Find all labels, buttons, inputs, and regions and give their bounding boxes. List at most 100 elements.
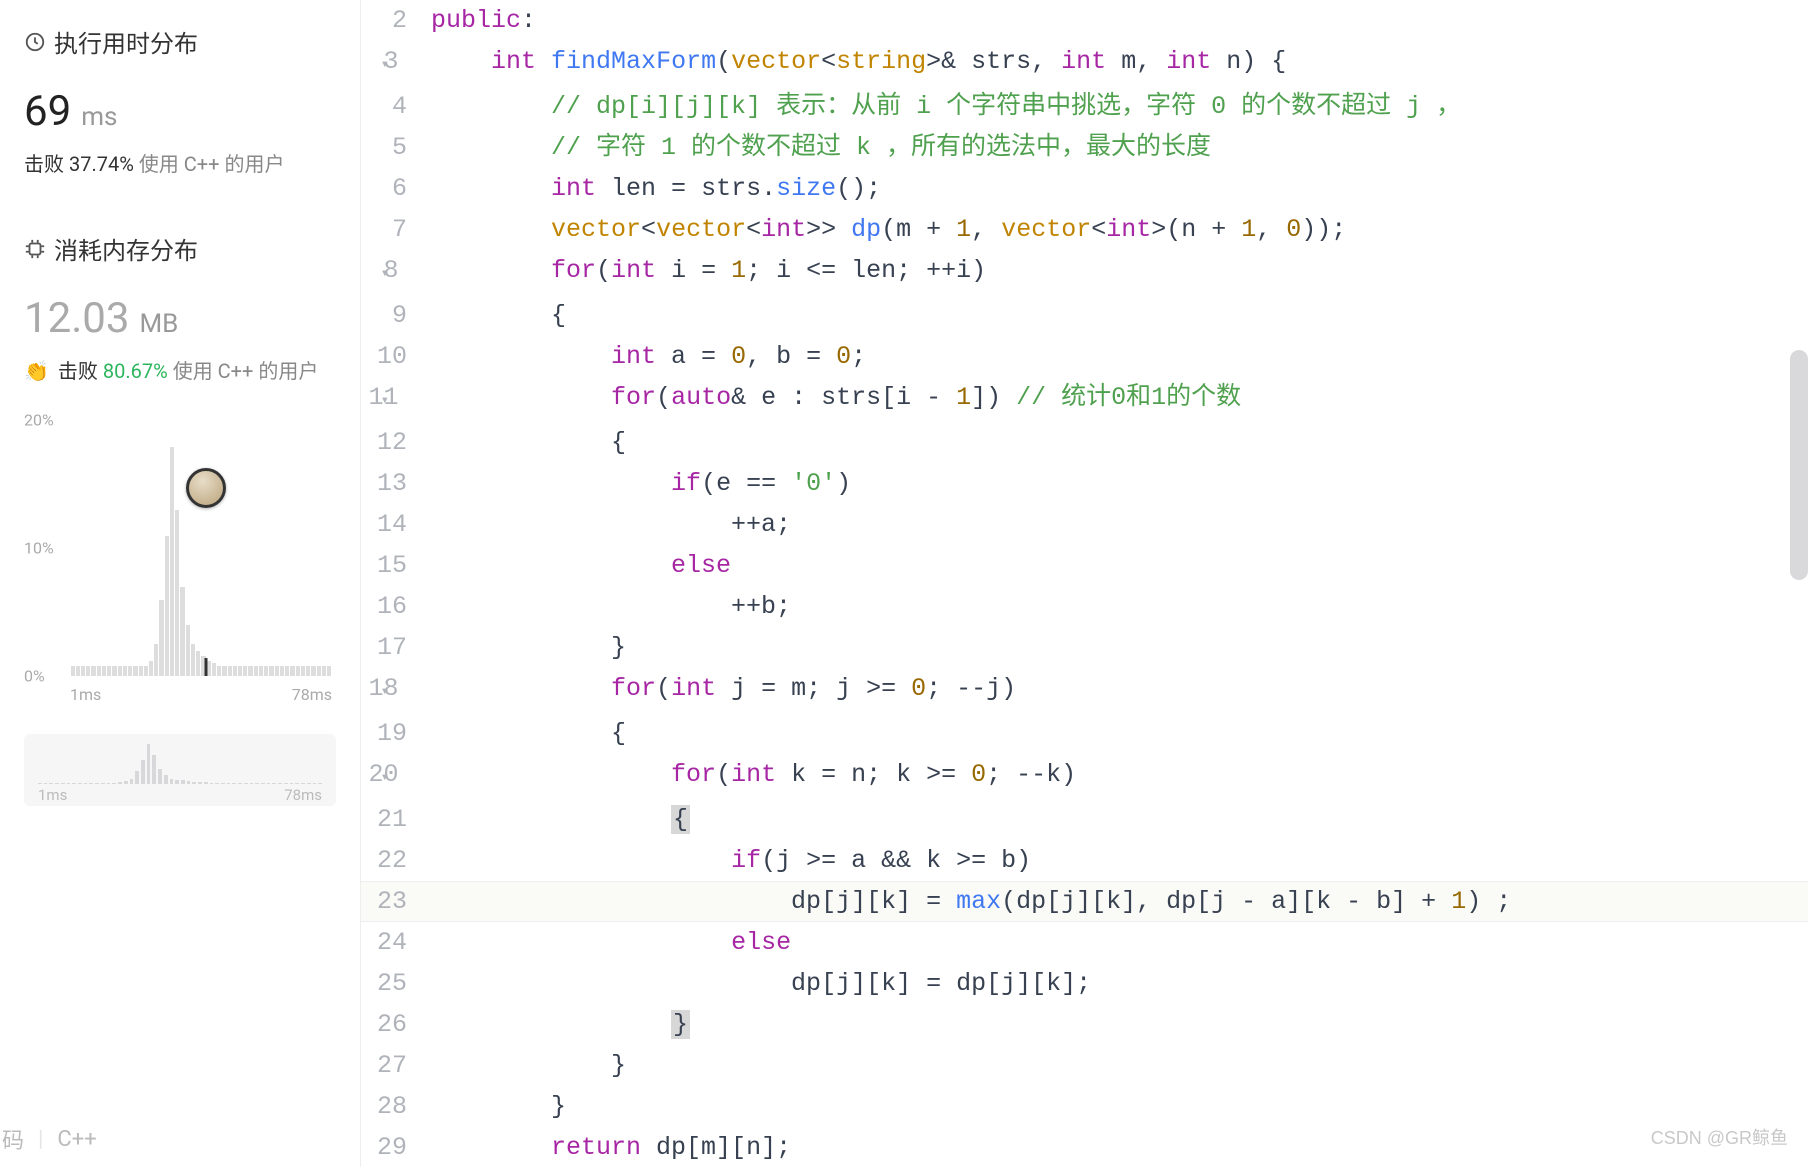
code-text[interactable]: { [431,422,1808,463]
user-marker-tick [205,658,208,676]
line-number: 8▾ [361,250,431,295]
code-line[interactable]: 29 return dp[m][n]; [361,1127,1808,1167]
code-text[interactable]: int findMaxForm(vector<string>& strs, in… [431,41,1808,86]
code-text[interactable]: } [431,1086,1808,1127]
code-text[interactable]: dp[j][k] = max(dp[j][k], dp[j - a][k - b… [431,881,1808,922]
code-text[interactable]: for(int k = n; k >= 0; --k) [431,754,1808,799]
histogram-bar [107,666,111,676]
code-line[interactable]: 22 if(j >= a && k >= b) [361,840,1808,881]
histogram-bar [170,447,174,677]
code-line[interactable]: 13 if(e == '0') [361,463,1808,504]
code-text[interactable]: return dp[m][n]; [431,1127,1808,1167]
code-text[interactable]: dp[j][k] = dp[j][k]; [431,963,1808,1004]
histogram-bar [248,666,252,676]
code-line[interactable]: 19 { [361,713,1808,754]
line-number: 4 [361,86,431,127]
code-text[interactable]: } [431,1045,1808,1086]
fold-icon[interactable]: ▾ [381,393,389,409]
runtime-distribution-minimap[interactable]: 1ms 78ms [24,734,336,806]
fold-icon[interactable]: ▾ [381,266,389,282]
code-line[interactable]: 18▾ for(int j = m; j >= 0; --j) [361,668,1808,713]
histogram-bar [238,666,242,676]
code-line[interactable]: 12 { [361,422,1808,463]
line-number: 2 [361,0,431,41]
code-line[interactable]: 26 } [361,1004,1808,1045]
runtime-distribution-chart[interactable]: 20%10%0% 1ms 78ms [24,420,336,700]
histogram-bar [233,666,237,676]
code-text[interactable]: else [431,922,1808,963]
code-text[interactable]: int len = strs.size(); [431,168,1808,209]
code-text[interactable]: if(j >= a && k >= b) [431,840,1808,881]
line-number: 13 [361,463,431,504]
code-line[interactable]: 27 } [361,1045,1808,1086]
histogram-bar [112,666,116,676]
code-text[interactable]: vector<vector<int>> dp(m + 1, vector<int… [431,209,1808,250]
minimap-bar [135,771,139,784]
code-text[interactable]: // dp[i][j][k] 表示：从前 i 个字符串中挑选，字符 0 的个数不… [431,86,1808,127]
fold-icon[interactable]: ▾ [381,684,389,700]
code-text[interactable]: ++a; [431,504,1808,545]
code-line[interactable]: 23 dp[j][k] = max(dp[j][k], dp[j - a][k … [361,881,1808,922]
code-line[interactable]: 14 ++a; [361,504,1808,545]
code-line[interactable]: 5 // 字符 1 的个数不超过 k ，所有的选法中，最大的长度 [361,127,1808,168]
histogram-bar [290,666,294,676]
code-text[interactable]: if(e == '0') [431,463,1808,504]
code-line[interactable]: 15 else [361,545,1808,586]
fold-icon[interactable]: ▾ [381,770,389,786]
code-editor[interactable]: 2public:3▾ int findMaxForm(vector<string… [360,0,1808,1167]
histogram-bar [71,666,75,676]
code-text[interactable]: public: [431,0,1808,41]
code-line[interactable]: 8▾ for(int i = 1; i <= len; ++i) [361,250,1808,295]
code-line[interactable]: 25 dp[j][k] = dp[j][k]; [361,963,1808,1004]
histogram-bar [327,666,331,676]
code-line[interactable]: 20▾ for(int k = n; k >= 0; --k) [361,754,1808,799]
fold-icon[interactable]: ▾ [381,57,389,73]
memory-heading-text: 消耗内存分布 [54,231,198,266]
line-number: 18▾ [361,668,431,713]
code-line[interactable]: 3▾ int findMaxForm(vector<string>& strs,… [361,41,1808,86]
chart-x-axis: 1ms 78ms [70,685,332,704]
code-text[interactable]: } [431,627,1808,668]
histogram-bar [91,666,95,676]
language-label[interactable]: C++ [57,1127,96,1152]
histogram-bar [118,666,122,676]
code-text[interactable]: // 字符 1 的个数不超过 k ，所有的选法中，最大的长度 [431,127,1808,168]
user-marker-avatar[interactable] [186,468,226,508]
histogram-bar [97,666,101,676]
code-line[interactable]: 17 } [361,627,1808,668]
runtime-unit: ms [81,102,117,132]
code-line[interactable]: 16 ++b; [361,586,1808,627]
minimap-bar [152,755,156,784]
code-text[interactable]: { [431,799,1808,840]
code-line[interactable]: 28 } [361,1086,1808,1127]
line-number: 5 [361,127,431,168]
scrollbar-thumb[interactable] [1790,350,1808,580]
line-number: 16 [361,586,431,627]
line-number: 6 [361,168,431,209]
code-text[interactable]: for(int j = m; j >= 0; --j) [431,668,1808,713]
code-line[interactable]: 4 // dp[i][j][k] 表示：从前 i 个字符串中挑选，字符 0 的个… [361,86,1808,127]
code-line[interactable]: 11▾ for(auto& e : strs[i - 1]) // 统计0和1的… [361,377,1808,422]
code-text[interactable]: } [431,1004,1808,1045]
code-line[interactable]: 9 { [361,295,1808,336]
line-number: 10 [361,336,431,377]
code-line[interactable]: 6 int len = strs.size(); [361,168,1808,209]
minimap-bar [141,760,145,784]
histogram-bar [128,666,132,676]
code-text[interactable]: for(auto& e : strs[i - 1]) // 统计0和1的个数 [431,377,1808,422]
code-text[interactable]: ++b; [431,586,1808,627]
code-line[interactable]: 7 vector<vector<int>> dp(m + 1, vector<i… [361,209,1808,250]
histogram-bar [317,666,321,676]
histogram-bar [86,666,90,676]
code-text[interactable]: else [431,545,1808,586]
code-text[interactable]: { [431,295,1808,336]
histogram-bar [243,666,247,676]
code-text[interactable]: int a = 0, b = 0; [431,336,1808,377]
code-text[interactable]: for(int i = 1; i <= len; ++i) [431,250,1808,295]
code-line[interactable]: 2public: [361,0,1808,41]
histogram-bar [102,666,106,676]
code-line[interactable]: 21 { [361,799,1808,840]
code-text[interactable]: { [431,713,1808,754]
code-line[interactable]: 10 int a = 0, b = 0; [361,336,1808,377]
code-line[interactable]: 24 else [361,922,1808,963]
